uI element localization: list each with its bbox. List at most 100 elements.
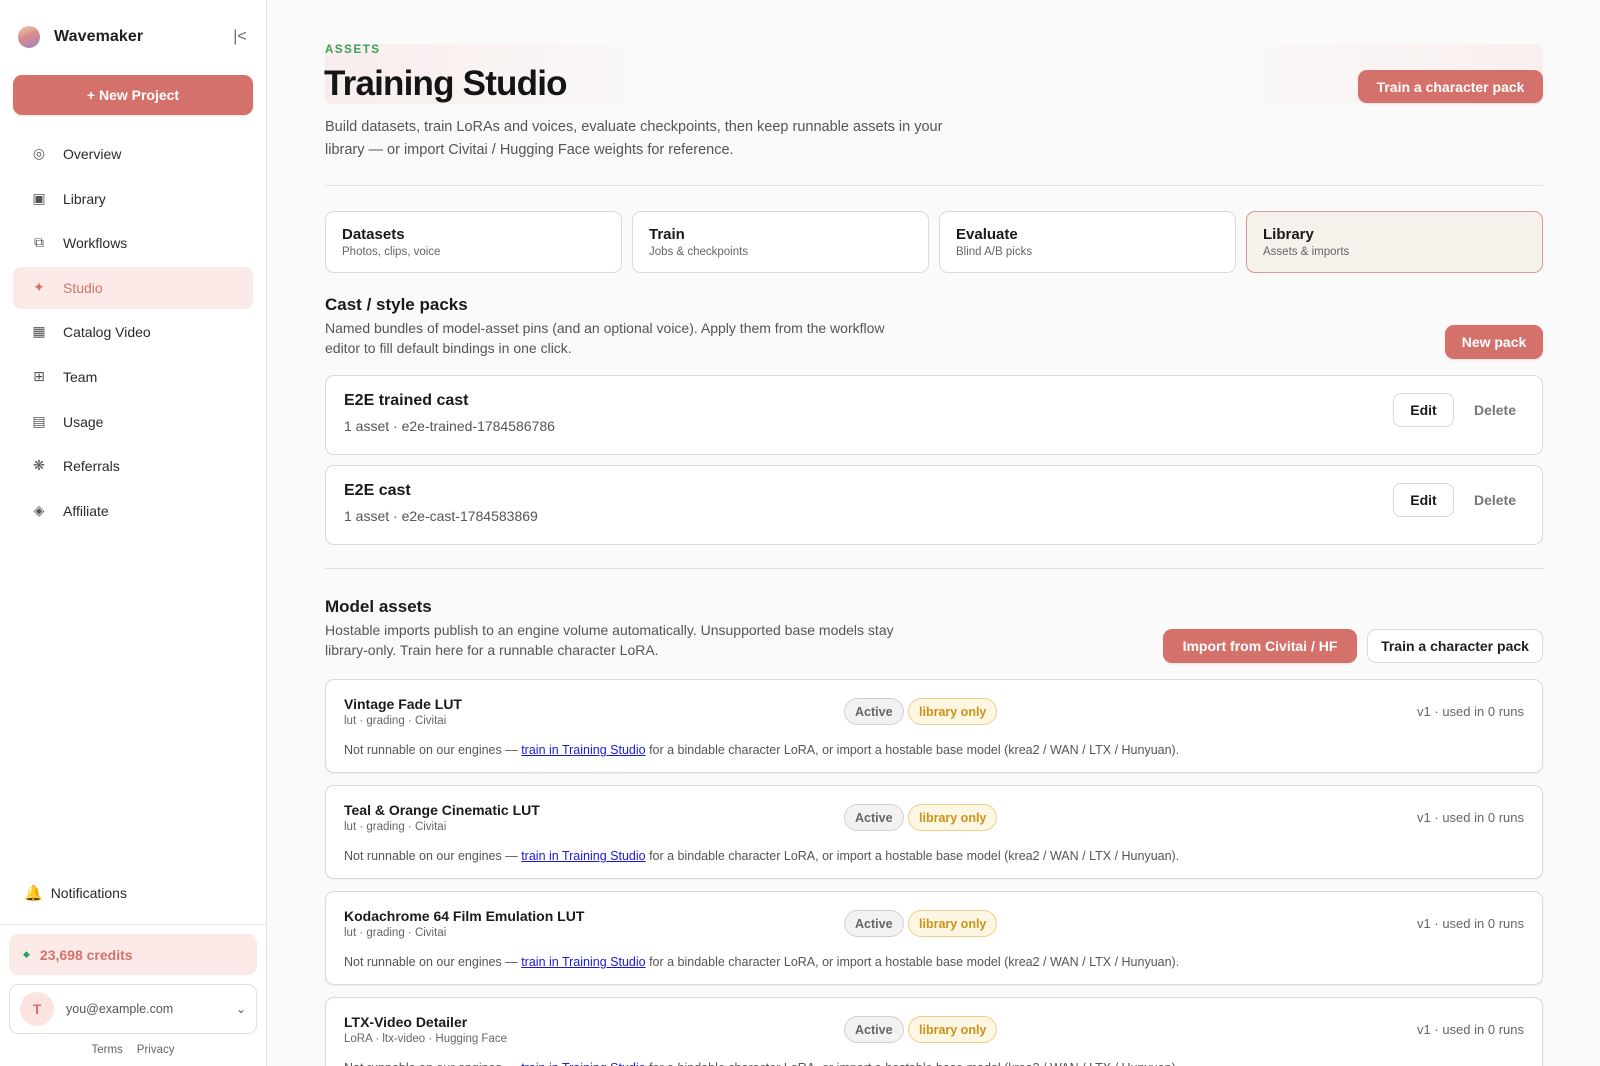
note-text: for a bindable character LoRA, or import… [645, 743, 1180, 757]
collapse-sidebar-icon[interactable]: |< [230, 28, 250, 46]
import-civitai-hf-button[interactable]: Import from Civitai / HF [1163, 629, 1357, 663]
pack-card: E2E cast 1 asset · e2e-cast-1784583869 E… [325, 465, 1543, 545]
asset-tags: lut · grading · Civitai [344, 715, 447, 727]
sidebar-item-label: Usage [63, 413, 104, 430]
notifications-link[interactable]: 🔔 Notifications [24, 884, 127, 902]
asset-usage: v1 · used in 0 runs [1417, 1022, 1524, 1037]
chevron-down-icon[interactable]: ⌄ [226, 1002, 256, 1016]
new-project-button[interactable]: + New Project [13, 75, 253, 115]
referrals-icon: ❋ [33, 458, 45, 475]
sidebar-item-referrals[interactable]: ❋ Referrals [13, 445, 253, 487]
library-only-badge: library only [908, 804, 998, 831]
sidebar-item-catalog-video[interactable]: ▦ Catalog Video [13, 311, 253, 353]
tab-subtitle: Jobs & checkpoints [649, 246, 749, 258]
affiliate-icon: ◈ [33, 502, 45, 519]
asset-note: Not runnable on our engines — train in T… [344, 849, 1179, 863]
tab-evaluate[interactable]: Evaluate Blind A/B picks [939, 211, 1236, 273]
sidebar-item-overview[interactable]: ◎ Overview [13, 133, 253, 175]
sidebar-item-team[interactable]: ⊞ Team [13, 356, 253, 398]
header-divider [325, 185, 1543, 186]
usage-icon: ▤ [32, 413, 46, 430]
sidebar-item-usage[interactable]: ▤ Usage [13, 401, 253, 443]
packs-description: Named bundles of model-asset pins (and a… [325, 320, 885, 356]
sidebar-item-label: Team [63, 368, 98, 385]
brand-name: Wavemaker [54, 28, 144, 45]
tab-train[interactable]: Train Jobs & checkpoints [632, 211, 929, 273]
account-menu[interactable]: T you@example.com ⌄ [9, 984, 257, 1034]
asset-name: Kodachrome 64 Film Emulation LUT [344, 908, 585, 924]
status-badge: Active [844, 910, 904, 937]
training-studio-link[interactable]: train in Training Studio [521, 743, 645, 757]
tab-subtitle: Assets & imports [1263, 246, 1350, 258]
train-character-pack-button[interactable]: Train a character pack [1358, 70, 1543, 103]
pack-name: E2E cast [344, 482, 411, 499]
asset-tags: lut · grading · Civitai [344, 927, 447, 939]
training-studio-link[interactable]: train in Training Studio [521, 955, 645, 969]
terms-link[interactable]: Terms [91, 1044, 122, 1056]
new-pack-button[interactable]: New pack [1445, 325, 1543, 359]
asset-note: Not runnable on our engines — train in T… [344, 955, 1179, 969]
pack-card: E2E trained cast 1 asset · e2e-trained-1… [325, 375, 1543, 455]
page-description: Build datasets, train LoRAs and voices, … [325, 119, 943, 158]
brand: Wavemaker |< [18, 24, 250, 50]
edit-pack-button[interactable]: Edit [1393, 483, 1454, 517]
asset-usage: v1 · used in 0 runs [1417, 916, 1524, 931]
section-divider [325, 568, 1543, 569]
sidebar-item-workflows[interactable]: ⧉ Workflows [13, 222, 253, 264]
sidebar-item-studio[interactable]: ✦ Studio [13, 266, 253, 309]
training-studio-link[interactable]: train in Training Studio [521, 1061, 645, 1066]
delete-pack-button[interactable]: Delete [1474, 483, 1516, 517]
asset-usage: v1 · used in 0 runs [1417, 704, 1524, 719]
sidebar-item-label: Library [63, 190, 106, 207]
asset-note: Not runnable on our engines — train in T… [344, 743, 1179, 757]
sidebar-item-library[interactable]: ▣ Library [13, 178, 253, 220]
tab-subtitle: Photos, clips, voice [342, 246, 441, 258]
pack-name: E2E trained cast [344, 392, 469, 409]
legal-links: Terms Privacy [0, 1044, 266, 1056]
asset-card[interactable]: LTX-Video Detailer LoRA · ltx-video · Hu… [325, 997, 1543, 1066]
privacy-link[interactable]: Privacy [137, 1044, 175, 1056]
brand-logo [18, 26, 40, 48]
page-title: Training Studio [324, 64, 568, 103]
train-character-pack-secondary-button[interactable]: Train a character pack [1367, 629, 1543, 663]
overview-icon: ◎ [32, 146, 46, 162]
credits-label: 23,698 credits [39, 946, 133, 963]
library-only-badge: library only [908, 698, 998, 725]
note-text: Not runnable on our engines — [344, 849, 522, 863]
asset-name: LTX-Video Detailer [344, 1014, 468, 1030]
account-email: you@example.com [66, 1002, 174, 1016]
sidebar-divider [0, 924, 266, 925]
sidebar-item-label: Overview [63, 146, 122, 162]
library-only-badge: library only [908, 1016, 998, 1043]
tab-label: Library [1263, 226, 1314, 243]
section-eyebrow: ASSETS [325, 44, 381, 56]
grid-icon: ▦ [32, 324, 46, 341]
team-icon: ⊞ [33, 368, 45, 385]
assets-title: Model assets [325, 597, 432, 616]
asset-card[interactable]: Teal & Orange Cinematic LUT lut · gradin… [325, 785, 1543, 879]
sidebar-item-affiliate[interactable]: ◈ Affiliate [13, 490, 253, 532]
sidebar-item-label: Referrals [63, 458, 120, 475]
note-text: for a bindable character LoRA, or import… [645, 955, 1180, 969]
credits-diamond-icon: ◆ [23, 949, 30, 960]
asset-card[interactable]: Vintage Fade LUT lut · grading · Civitai… [325, 679, 1543, 773]
status-badge: Active [844, 1016, 904, 1043]
tab-library[interactable]: Library Assets & imports [1246, 211, 1543, 273]
asset-card[interactable]: Kodachrome 64 Film Emulation LUT lut · g… [325, 891, 1543, 985]
library-icon: ▣ [32, 190, 46, 207]
tab-label: Train [649, 226, 685, 243]
note-text: Not runnable on our engines — [344, 1061, 521, 1066]
training-studio-link[interactable]: train in Training Studio [521, 849, 645, 863]
status-badge: Active [844, 698, 904, 725]
tab-label: Evaluate [956, 226, 1018, 243]
delete-pack-button[interactable]: Delete [1474, 393, 1516, 427]
library-only-badge: library only [908, 910, 998, 937]
tab-datasets[interactable]: Datasets Photos, clips, voice [325, 211, 622, 273]
credits-badge[interactable]: ◆ 23,698 credits [9, 934, 257, 975]
edit-pack-button[interactable]: Edit [1393, 393, 1454, 427]
assets-description: Hostable imports publish to an engine vo… [325, 622, 894, 658]
note-text: Not runnable on our engines — [344, 743, 522, 757]
note-text: for a bindable character LoRA, or import… [646, 1061, 1179, 1066]
note-text: Not runnable on our engines — [344, 955, 522, 969]
sidebar-item-label: Catalog Video [63, 324, 151, 341]
